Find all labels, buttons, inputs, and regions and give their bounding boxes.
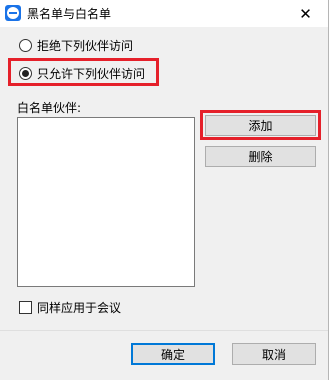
whitelist-partner-list[interactable]: [17, 117, 195, 287]
radio-deny-label: 拒绝下列伙伴访问: [37, 39, 134, 53]
radio-button-selected[interactable]: [19, 67, 32, 80]
whitelist-label: 白名单伙伴:: [17, 101, 82, 115]
add-button[interactable]: 添加: [205, 115, 316, 136]
blacklist-whitelist-dialog: 黑名单与白名单 ✕ 拒绝下列伙伴访问 只允许下列伙伴访问 白名单伙伴: 添加 删…: [0, 0, 329, 380]
close-button[interactable]: ✕: [283, 0, 328, 27]
window-title: 黑名单与白名单: [27, 7, 112, 21]
ok-button[interactable]: 确定: [131, 343, 215, 365]
apply-to-meetings[interactable]: 同样应用于会议: [19, 299, 121, 316]
checkbox[interactable]: [19, 301, 32, 314]
teamviewer-icon: [5, 5, 21, 21]
apply-to-meetings-label: 同样应用于会议: [37, 301, 122, 315]
delete-button[interactable]: 删除: [205, 146, 316, 167]
radio-allow-label: 只允许下列伙伴访问: [37, 67, 146, 81]
cancel-button[interactable]: 取消: [232, 343, 316, 365]
radio-button[interactable]: [19, 39, 32, 52]
radio-allow-only-listed[interactable]: 只允许下列伙伴访问: [19, 65, 145, 82]
close-icon: ✕: [299, 4, 312, 23]
title-bar: 黑名单与白名单 ✕: [0, 0, 328, 27]
radio-deny-listed[interactable]: 拒绝下列伙伴访问: [19, 37, 133, 54]
